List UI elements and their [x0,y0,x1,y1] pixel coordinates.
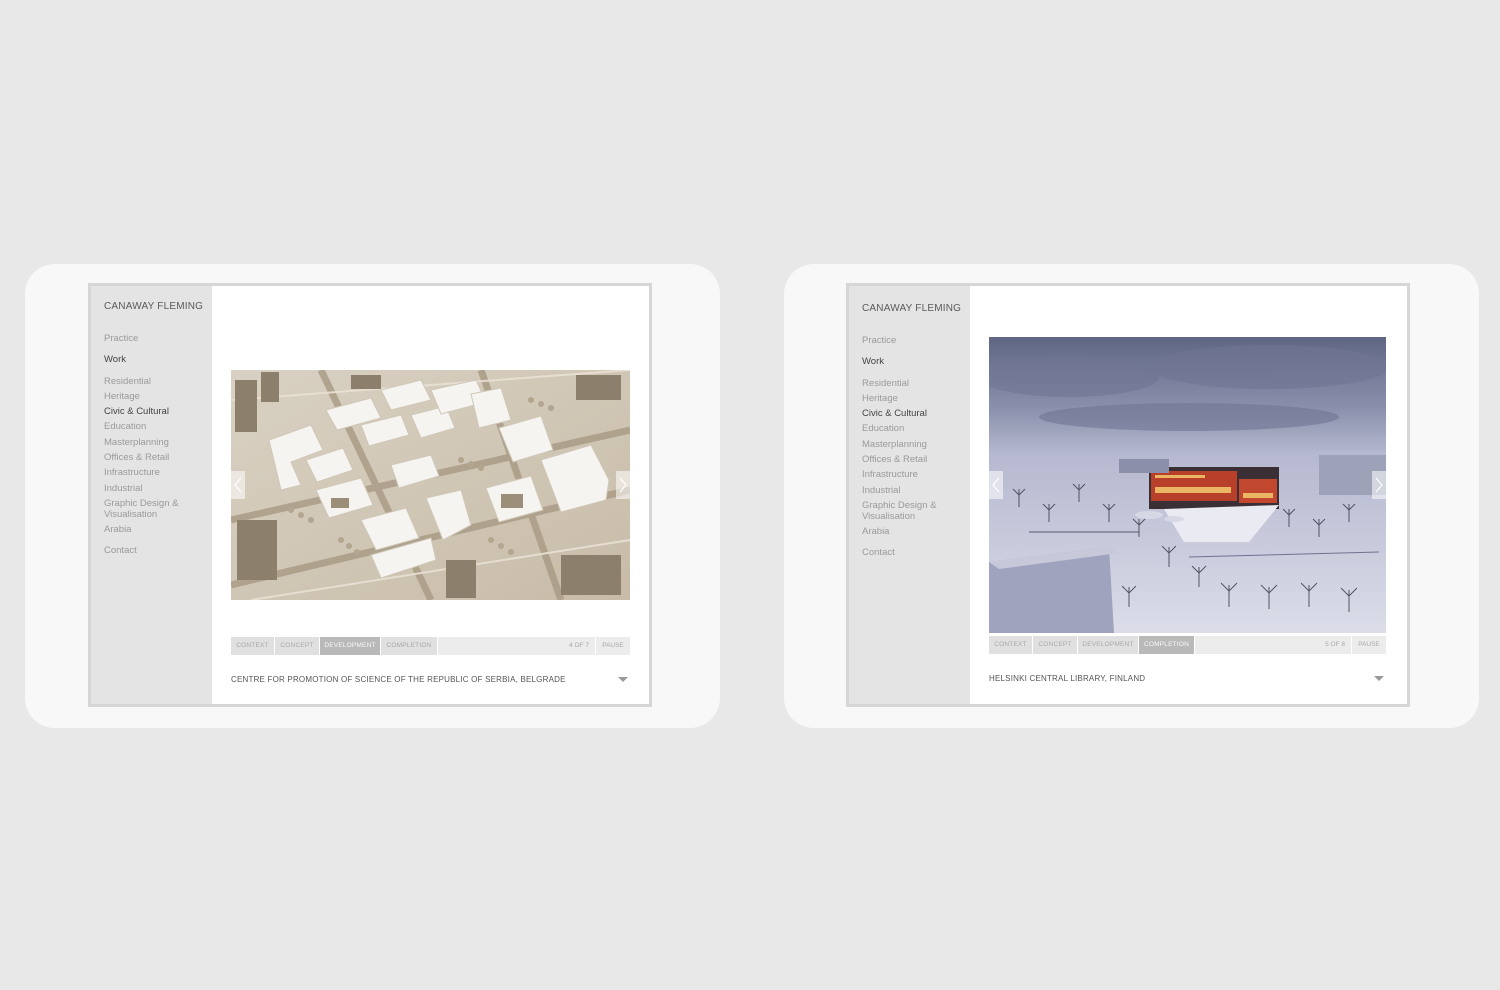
brand-logo[interactable]: CANAWAY FLEMING [862,303,961,314]
prev-slide-button[interactable] [989,471,1003,499]
library-render-image [989,337,1386,633]
slide-image [231,370,630,600]
nav-item-graphic-design[interactable]: Graphic Design & Visualisation [104,496,204,522]
project-caption: CENTRE FOR PROMOTION OF SCIENCE OF THE R… [231,675,566,684]
nav-item-offices-retail[interactable]: Offices & Retail [104,450,204,465]
next-slide-button[interactable] [1372,471,1386,499]
tab-completion[interactable]: COMPLETION [1139,636,1195,654]
tab-development[interactable]: DEVELOPMENT [1078,636,1139,654]
chevron-left-icon [234,477,242,493]
nav-item-work[interactable]: Work [104,352,204,367]
nav-item-practice[interactable]: Practice [862,333,962,348]
project-caption: HELSINKI CENTRAL LIBRARY, FINLAND [989,674,1146,683]
nav-item-civic-cultural[interactable]: Civic & Cultural [862,406,962,421]
screen-left: CANAWAY FLEMING Practice Work Residentia… [88,283,652,707]
model-image [231,370,630,600]
nav-item-work[interactable]: Work [862,354,962,369]
chevron-left-icon [992,477,1000,493]
slideshow-controls: CONTEXT CONCEPT DEVELOPMENT COMPLETION 5… [989,636,1386,654]
nav-item-infrastructure[interactable]: Infrastructure [104,465,204,480]
caret-down-icon[interactable] [1374,676,1384,681]
nav-item-heritage[interactable]: Heritage [104,389,204,404]
pause-button[interactable]: PAUSE [1351,636,1386,654]
tab-context[interactable]: CONTEXT [989,636,1033,654]
pause-button[interactable]: PAUSE [595,637,630,655]
nav-item-arabia[interactable]: Arabia [862,524,962,539]
tablet-left: CANAWAY FLEMING Practice Work Residentia… [25,264,720,728]
next-slide-button[interactable] [616,471,630,499]
nav-item-offices-retail[interactable]: Offices & Retail [862,452,962,467]
brand-logo[interactable]: CANAWAY FLEMING [104,301,203,312]
nav-item-education[interactable]: Education [104,419,204,434]
tablet-right: CANAWAY FLEMING Practice Work Residentia… [784,264,1479,728]
sidebar: CANAWAY FLEMING Practice Work Residentia… [849,286,970,704]
slide-counter: 5 OF 8 [1325,641,1345,648]
nav-item-arabia[interactable]: Arabia [104,522,204,537]
nav-item-infrastructure[interactable]: Infrastructure [862,467,962,482]
nav-item-residential[interactable]: Residential [104,374,204,389]
nav-item-contact[interactable]: Contact [104,543,204,558]
nav-menu: Practice Work Residential Heritage Civic… [862,333,962,561]
content-area: CONTEXT CONCEPT DEVELOPMENT COMPLETION 5… [970,286,1407,704]
nav-item-education[interactable]: Education [862,421,962,436]
screen-right: CANAWAY FLEMING Practice Work Residentia… [846,283,1410,707]
chevron-right-icon [619,477,627,493]
tab-completion[interactable]: COMPLETION [381,637,438,655]
nav-item-industrial[interactable]: Industrial [104,481,204,496]
slideshow-controls: CONTEXT CONCEPT DEVELOPMENT COMPLETION 4… [231,637,630,655]
nav-item-contact[interactable]: Contact [862,545,962,560]
nav-item-civic-cultural[interactable]: Civic & Cultural [104,404,204,419]
nav-item-masterplanning[interactable]: Masterplanning [862,437,962,452]
nav-item-residential[interactable]: Residential [862,376,962,391]
slide-counter: 4 OF 7 [569,642,589,649]
tab-concept[interactable]: CONCEPT [1033,636,1078,654]
nav-item-practice[interactable]: Practice [104,331,204,346]
tab-context[interactable]: CONTEXT [231,637,275,655]
caret-down-icon[interactable] [618,677,628,682]
prev-slide-button[interactable] [231,471,245,499]
tab-development[interactable]: DEVELOPMENT [320,637,381,655]
nav-item-heritage[interactable]: Heritage [862,391,962,406]
sidebar: CANAWAY FLEMING Practice Work Residentia… [91,286,212,704]
nav-item-industrial[interactable]: Industrial [862,483,962,498]
nav-item-masterplanning[interactable]: Masterplanning [104,435,204,450]
slide-image [989,337,1386,633]
tab-concept[interactable]: CONCEPT [275,637,320,655]
content-area: CONTEXT CONCEPT DEVELOPMENT COMPLETION 4… [212,286,649,704]
nav-menu: Practice Work Residential Heritage Civic… [104,331,204,559]
nav-item-graphic-design[interactable]: Graphic Design & Visualisation [862,498,962,524]
chevron-right-icon [1375,477,1383,493]
